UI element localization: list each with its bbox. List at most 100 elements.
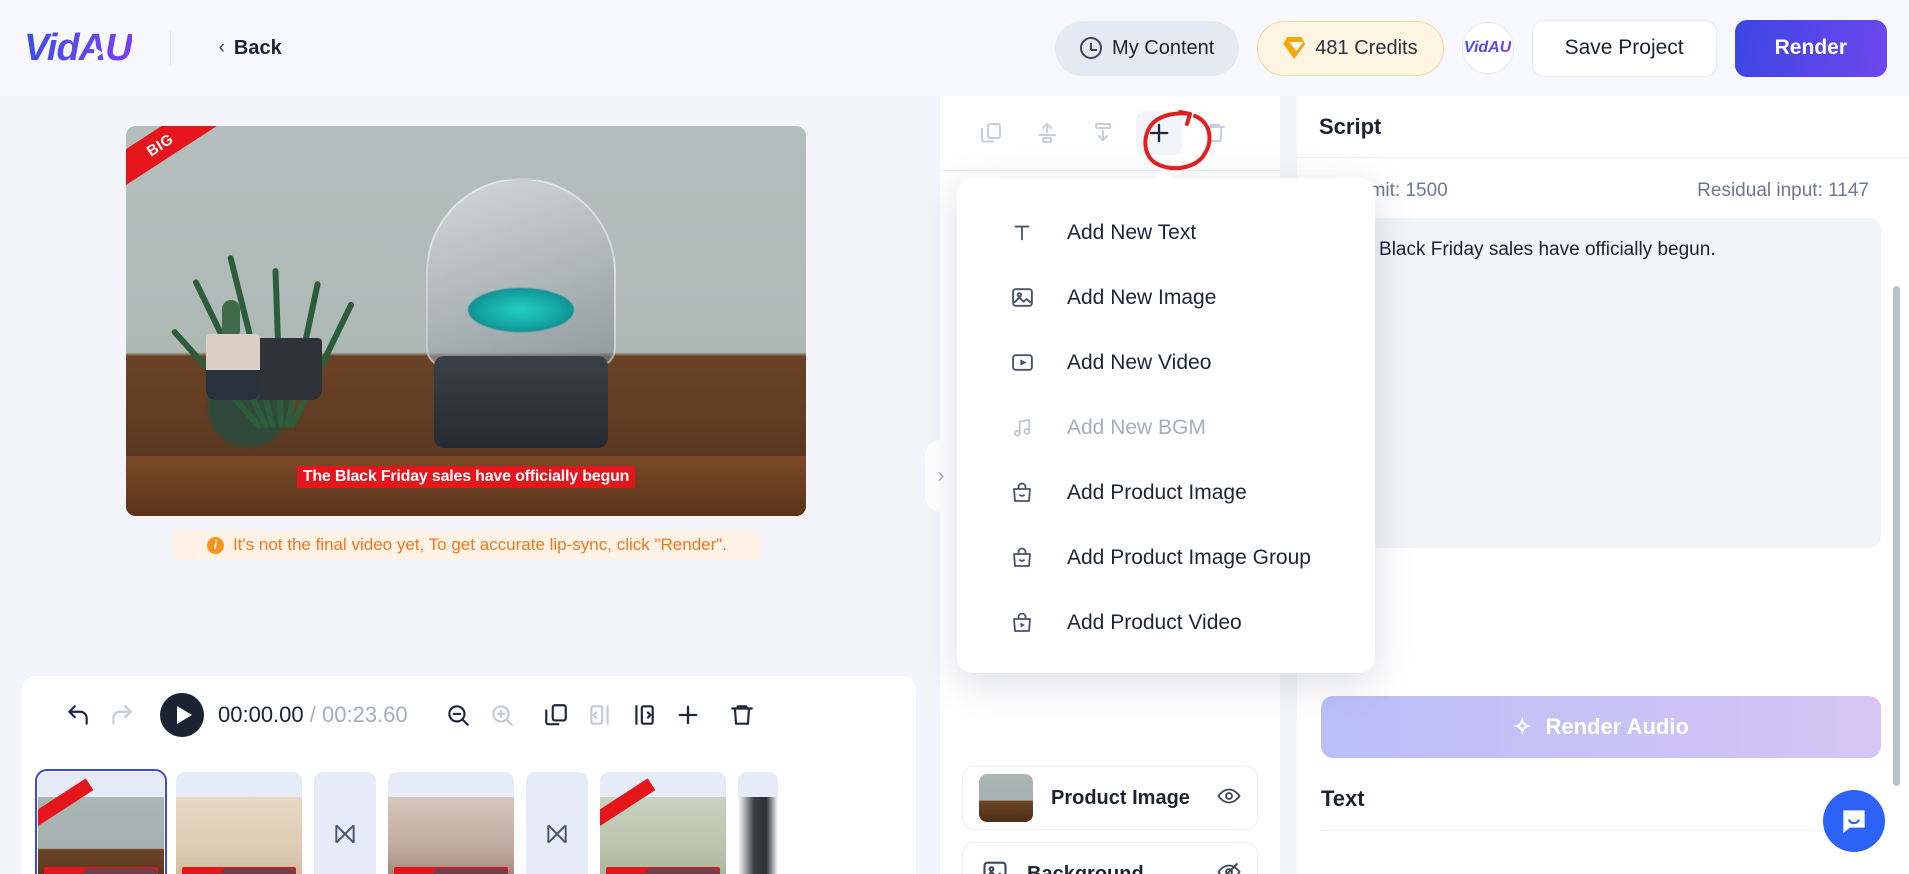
- split-left-button[interactable]: [578, 693, 622, 737]
- script-scrollbar[interactable]: [1893, 286, 1900, 786]
- layer-label: Product Image: [1051, 786, 1190, 809]
- play-triangle-icon: [94, 46, 103, 59]
- timeline-clip[interactable]: 00:06.53: [388, 772, 514, 874]
- timeline-clip[interactable]: 00:06.50: [600, 772, 726, 874]
- header-divider: [169, 31, 171, 65]
- split-right-button[interactable]: [622, 693, 666, 737]
- script-panel: Script Text limit: 1500 Residual input: …: [1297, 96, 1909, 874]
- info-icon: i: [206, 536, 224, 554]
- add-element-button[interactable]: [1136, 111, 1182, 155]
- redo-button[interactable]: [100, 693, 144, 737]
- sparkle-icon: ✧: [1513, 714, 1532, 739]
- current-time: 00:00.00: [218, 702, 304, 727]
- clip-duration: 00:05.51: [220, 868, 296, 874]
- time-separator: /: [309, 702, 316, 727]
- bag-video-icon: [1009, 610, 1035, 636]
- logo-text: VidAU: [24, 26, 132, 69]
- copy-layer-button[interactable]: [968, 111, 1014, 155]
- chevron-right-icon: ›: [937, 464, 945, 487]
- avatar[interactable]: VidAU: [1461, 22, 1514, 74]
- layer-item-product-image[interactable]: Product Image: [962, 766, 1258, 830]
- menu-item-label: Add New BGM: [1067, 415, 1206, 439]
- save-label: Save Project: [1564, 36, 1684, 59]
- timeline-time: 00:00.00 / 00:23.60: [218, 702, 408, 728]
- bag-group-icon: [1009, 545, 1035, 571]
- menu-item-label: Add New Video: [1067, 350, 1212, 374]
- credits-button[interactable]: 481 Credits: [1257, 20, 1444, 76]
- visibility-toggle-visible-icon[interactable]: [1217, 784, 1241, 813]
- bring-forward-button[interactable]: [1024, 111, 1070, 155]
- bag-image-icon: [1009, 480, 1035, 506]
- menu-item-add-product-image[interactable]: Add Product Image: [957, 460, 1375, 525]
- gem-icon: [1283, 37, 1306, 59]
- text-icon: [1009, 220, 1035, 246]
- clip-thumbnail: [38, 778, 164, 874]
- menu-item-add-new-text[interactable]: Add New Text: [957, 200, 1375, 265]
- total-time: 00:23.60: [322, 702, 408, 727]
- my-content-button[interactable]: My Content: [1055, 20, 1240, 76]
- menu-item-label: Add Product Image Group: [1067, 545, 1311, 569]
- warning-text: It's not the final video yet, To get acc…: [232, 535, 728, 554]
- chat-support-button[interactable]: [1823, 790, 1885, 852]
- timeline-clip[interactable]: 00:05.51: [176, 772, 302, 874]
- menu-item-add-new-video[interactable]: Add New Video: [957, 330, 1375, 395]
- sale-ribbon: [38, 778, 94, 834]
- zoom-in-button[interactable]: [480, 693, 524, 737]
- script-textarea[interactable]: The Black Friday sales have officially b…: [1321, 218, 1881, 548]
- app-root: VidAU ‹ Back My Content 481 Credits VidA…: [0, 0, 1909, 874]
- clip-duration: 00:03.06: [82, 868, 158, 874]
- render-audio-label: Render Audio: [1545, 714, 1689, 739]
- duplicate-clip-button[interactable]: [534, 693, 578, 737]
- avatar-label: VidAU: [1463, 39, 1512, 56]
- music-icon: [1009, 415, 1035, 441]
- back-label: Back: [233, 36, 282, 59]
- text-section-title: Text: [1321, 786, 1365, 811]
- menu-item-add-new-image[interactable]: Add New Image: [957, 265, 1375, 330]
- timeline-track[interactable]: 00:03.06 00:05.51: [22, 754, 916, 874]
- clip-thumbnail: [738, 797, 778, 874]
- timeline-clip[interactable]: 00:03.06: [35, 769, 167, 874]
- video-preview[interactable]: BIG The Black Friday sales have official…: [126, 126, 806, 516]
- play-button[interactable]: [160, 693, 204, 737]
- add-clip-button[interactable]: [666, 693, 710, 737]
- corner-badge-label: BIG: [143, 130, 177, 160]
- transition-marker[interactable]: [526, 772, 588, 874]
- delete-layer-button[interactable]: [1192, 111, 1238, 155]
- menu-item-label: Add Product Video: [1067, 610, 1242, 634]
- send-backward-button[interactable]: [1080, 111, 1126, 155]
- header-actions: My Content 481 Credits VidAU Save Projec…: [1055, 19, 1887, 77]
- render-button[interactable]: Render: [1734, 19, 1887, 77]
- vidau-logo[interactable]: VidAU: [24, 27, 132, 70]
- clip-duration: 00:06.50: [644, 868, 720, 874]
- clip-thumbnail: [388, 797, 514, 874]
- menu-item-add-product-video[interactable]: Add Product Video: [957, 590, 1375, 655]
- layers-toolbar: [940, 96, 1280, 170]
- chevron-left-icon: ‹: [218, 37, 225, 58]
- residual-input-label: Residual input: 1147: [1697, 180, 1869, 201]
- visibility-toggle-hidden-icon[interactable]: [1217, 860, 1241, 874]
- back-button[interactable]: ‹ Back: [219, 37, 282, 60]
- video-icon: [1009, 350, 1035, 376]
- add-element-dropdown: Add New Text Add New Image Add New Video…: [957, 167, 1375, 673]
- render-audio-button[interactable]: ✧ Render Audio: [1321, 696, 1881, 758]
- script-panel-title: Script: [1297, 96, 1909, 158]
- clock-icon: [1080, 37, 1103, 59]
- transition-marker[interactable]: [314, 772, 376, 874]
- undo-button[interactable]: [56, 693, 100, 737]
- menu-item-add-product-image-group[interactable]: Add Product Image Group: [957, 525, 1375, 590]
- save-project-button[interactable]: Save Project: [1531, 19, 1717, 77]
- script-limits: Text limit: 1500 Residual input: 1147: [1297, 158, 1909, 202]
- plant-pot: [206, 334, 260, 400]
- editor-area: BIG The Black Friday sales have official…: [0, 96, 940, 874]
- delete-clip-button[interactable]: [720, 693, 764, 737]
- timeline-clip[interactable]: [738, 772, 778, 874]
- layer-thumbnail: [979, 774, 1033, 822]
- my-content-label: My Content: [1112, 36, 1215, 59]
- panel-collapse-button[interactable]: ›: [925, 440, 957, 512]
- layer-item-background[interactable]: Background: [962, 842, 1258, 874]
- section-divider: [1321, 830, 1881, 831]
- image-icon: [1009, 285, 1035, 311]
- video-caption: The Black Friday sales have officially b…: [126, 466, 806, 488]
- timeline-card: 00:00.00 / 00:23.60: [22, 676, 916, 874]
- zoom-out-button[interactable]: [436, 693, 480, 737]
